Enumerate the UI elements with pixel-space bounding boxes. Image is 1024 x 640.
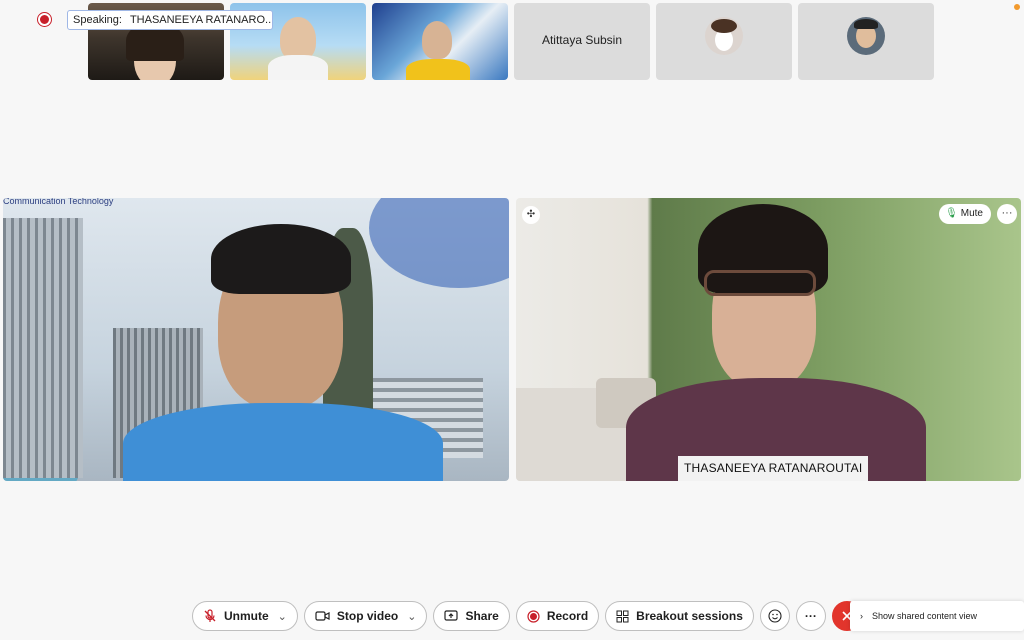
unmute-button[interactable]: Unmute ⌄ [192,601,298,631]
unmute-label: Unmute [224,609,269,623]
chevron-down-icon[interactable]: ⌄ [278,610,287,623]
participant-name-label: THASANEEYA RATANAROUTAI [678,456,869,481]
more-options-button[interactable]: ··· [795,601,826,631]
share-button[interactable]: Share [433,601,510,631]
participant-mute-button[interactable]: 🎙 Mute [939,204,991,224]
breakout-grid-icon [616,610,629,623]
participant-glasses [704,270,816,296]
share-label: Share [465,609,499,623]
pin-icon[interactable]: ✣ [522,206,540,224]
participant-hair [211,224,351,294]
meeting-controls: Unmute ⌄ Stop video ⌄ Share Record Break… [192,601,862,631]
participant-shirt [268,55,328,80]
shared-content-label: Show shared content view [872,611,978,621]
participant-more-button[interactable]: ··· [997,204,1017,224]
chevron-right-icon: › [860,611,863,621]
participant-thumbnail[interactable]: Atittaya Subsin [514,3,650,80]
microphone-icon: 🎙 [945,208,958,219]
participant-video-person [422,21,452,59]
participant-thumbnail[interactable] [798,3,934,80]
background-building [3,218,83,478]
participant-thumbnail[interactable] [372,3,508,80]
stop-video-button[interactable]: Stop video ⌄ [303,601,428,631]
avatar [705,17,743,55]
video-tile-right[interactable]: ✣ 🎙 Mute ··· THASANEEYA RATANAROUTAI [516,198,1021,481]
participant-name: Atittaya Subsin [541,33,623,47]
speaking-label: Speaking: [73,14,122,26]
stop-video-label: Stop video [336,609,399,623]
speaking-indicator: Speaking: THASANEEYA RATANARO... [67,10,273,30]
camera-icon [315,610,330,622]
participant-thumbnail[interactable] [656,3,792,80]
microphone-muted-icon [203,609,217,623]
mute-label: Mute [960,208,983,219]
recording-indicator-icon [38,13,51,26]
share-screen-icon [444,610,459,622]
participant-shirt [406,59,470,80]
background-decoration [369,198,509,288]
record-label: Record [546,609,589,623]
speaking-name: THASANEEYA RATANARO... [129,14,273,26]
smiley-icon [768,609,782,623]
reactions-button[interactable] [759,601,790,631]
show-shared-content-toggle[interactable]: › Show shared content view [850,601,1024,631]
breakout-label: Breakout sessions [636,609,743,623]
avatar [847,17,885,55]
breakout-sessions-button[interactable]: Breakout sessions [605,601,754,631]
notification-dot [1014,4,1020,10]
participant-shirt [123,403,443,481]
record-button[interactable]: Record [515,601,600,631]
video-tile-left[interactable]: Communication Technology [3,198,509,481]
background-banner-text: Communication Technology [3,198,114,206]
record-icon [527,609,540,623]
chevron-down-icon[interactable]: ⌄ [407,610,416,623]
